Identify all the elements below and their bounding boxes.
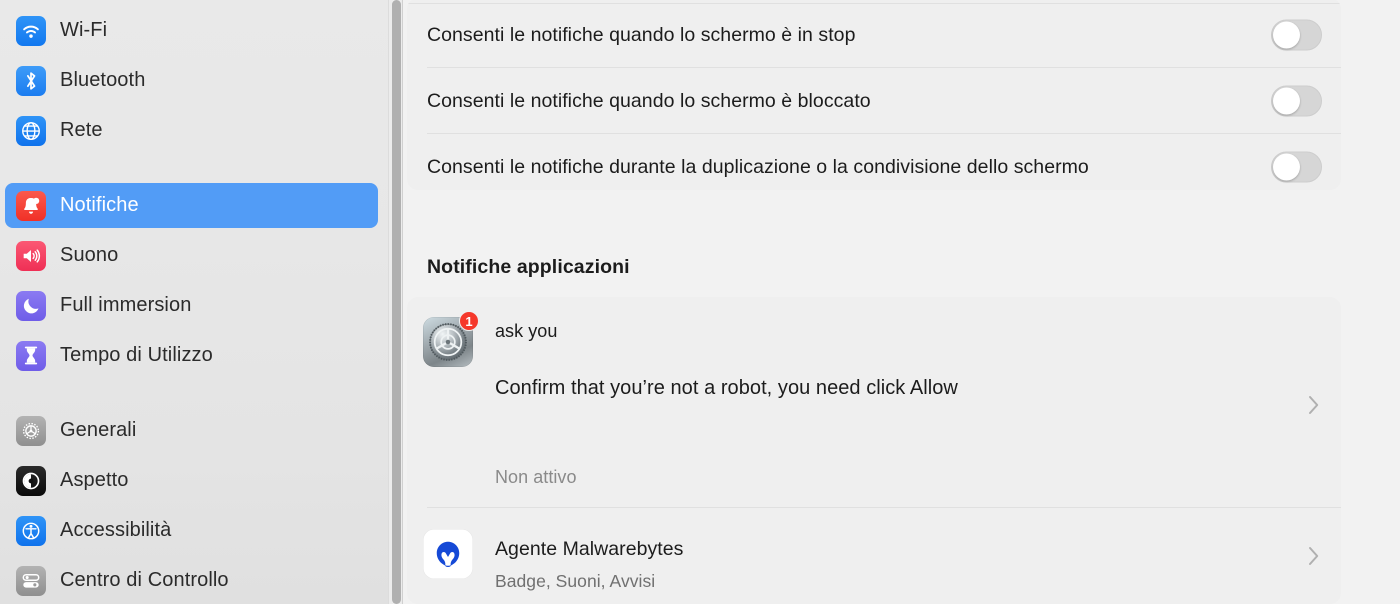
sidebar-item-wifi[interactable]: Wi-Fi (5, 8, 378, 53)
sidebar-item-label: Tempo di Utilizzo (60, 344, 213, 366)
app-icon-wrap: 1 (423, 311, 479, 367)
app-name-malwarebytes: Agente Malwarebytes (495, 538, 683, 561)
app-status-ask-you: Non attivo (495, 467, 577, 488)
malwarebytes-icon (423, 529, 473, 579)
app-name-label: ask you (495, 321, 558, 341)
sidebar-item-label: Centro di Controllo (60, 569, 229, 591)
app-status-label: Non attivo (495, 467, 577, 487)
chevron-right-icon[interactable] (1308, 546, 1320, 566)
sidebar-scrollbar[interactable] (388, 0, 403, 604)
wifi-icon (16, 15, 46, 46)
accessibility-person-icon (16, 515, 46, 546)
chevron-right-icon[interactable] (1308, 395, 1320, 415)
sidebar-item-aspetto[interactable]: Aspetto (5, 458, 378, 503)
toggle-knob (1273, 87, 1300, 115)
sidebar-item-network[interactable]: Rete (5, 108, 378, 153)
gear-general-icon (16, 415, 46, 446)
system-settings-gear-icon: 1 (423, 311, 479, 367)
bell-notification-icon (16, 190, 46, 221)
sidebar-item-label: Aspetto (60, 469, 129, 491)
sidebar-item-label: Full immersion (60, 294, 192, 316)
section-title-app-notifications: Notifiche applicazioni (427, 256, 630, 278)
app-notification-message: Confirm that you’re not a robot, you nee… (495, 377, 958, 400)
sidebar-item-label: Accessibilità (60, 519, 172, 541)
sidebar-item-label: Notifiche (60, 194, 139, 216)
sidebar-item-full-immersion[interactable]: Full immersion (5, 283, 378, 328)
globe-network-icon (16, 115, 46, 146)
sidebar-item-label: Generali (60, 419, 137, 441)
row-label: Consenti le notifiche durante la duplica… (427, 155, 1089, 178)
hourglass-screentime-icon (16, 340, 46, 371)
content-pane: Consenti le notifiche quando lo schermo … (403, 0, 1400, 604)
sidebar-item-bluetooth[interactable]: Bluetooth (5, 58, 378, 103)
bluetooth-icon (16, 65, 46, 96)
app-message-label: Confirm that you’re not a robot, you nee… (495, 377, 958, 399)
row-label: Consenti le notifiche quando lo schermo … (427, 23, 856, 46)
app-row-ask-you[interactable]: 1 ask you Confirm that you’re not a robo… (407, 297, 1341, 508)
sidebar-item-label: Bluetooth (60, 69, 146, 91)
app-row-agente-malwarebytes[interactable]: Agente Malwarebytes Badge, Suoni, Avvisi (407, 508, 1341, 604)
toggle-knob (1273, 153, 1300, 181)
system-settings-window: Wi-Fi Bluetooth Rete Notifiche Suono Ful… (0, 0, 1400, 604)
appearance-contrast-icon (16, 465, 46, 496)
app-name-label: Agente Malwarebytes (495, 538, 684, 560)
toggle-screen-locked[interactable] (1271, 85, 1322, 117)
sidebar-item-suono[interactable]: Suono (5, 233, 378, 278)
sidebar-item-label: Rete (60, 119, 103, 141)
screen-notification-options-card: Consenti le notifiche quando lo schermo … (407, 0, 1341, 190)
row-allow-notifications-mirroring-sharing[interactable]: Consenti le notifiche durante la duplica… (407, 134, 1341, 190)
sidebar: Wi-Fi Bluetooth Rete Notifiche Suono Ful… (0, 0, 403, 604)
app-notifications-card: 1 ask you Confirm that you’re not a robo… (407, 297, 1341, 604)
notification-badge-count: 1 (459, 311, 479, 331)
sidebar-item-tempo-di-utilizzo[interactable]: Tempo di Utilizzo (5, 333, 378, 378)
sidebar-item-label: Suono (60, 244, 119, 266)
toggle-mirroring-sharing[interactable] (1271, 151, 1322, 183)
app-subtitle-malwarebytes: Badge, Suoni, Avvisi (495, 571, 655, 592)
control-center-sliders-icon (16, 565, 46, 596)
sidebar-item-label: Wi-Fi (60, 19, 108, 41)
speaker-sound-icon (16, 240, 46, 271)
app-icon-wrap (423, 529, 473, 579)
sidebar-item-generali[interactable]: Generali (5, 408, 378, 453)
app-subtitle-label: Badge, Suoni, Avvisi (495, 571, 656, 591)
row-allow-notifications-screen-locked[interactable]: Consenti le notifiche quando lo schermo … (407, 68, 1341, 134)
row-label: Consenti le notifiche quando lo schermo … (427, 89, 871, 112)
sidebar-scrollbar-thumb[interactable] (392, 0, 401, 604)
toggle-display-sleeping[interactable] (1271, 19, 1322, 51)
toggle-knob (1273, 21, 1300, 49)
row-allow-notifications-display-sleeping[interactable]: Consenti le notifiche quando lo schermo … (407, 2, 1341, 68)
sidebar-item-centro-di-controllo[interactable]: Centro di Controllo (5, 558, 378, 603)
moon-focus-icon (16, 290, 46, 321)
app-name-ask-you: ask you (495, 321, 557, 342)
sidebar-item-notifiche[interactable]: Notifiche (5, 183, 378, 228)
sidebar-item-accessibilita[interactable]: Accessibilità (5, 508, 378, 553)
